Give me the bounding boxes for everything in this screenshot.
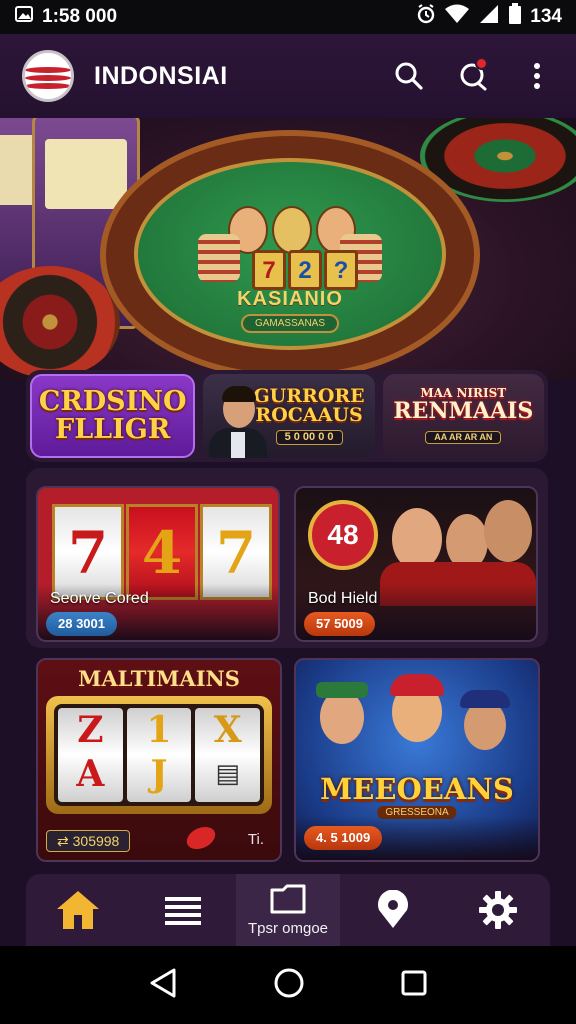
game-jackpot-value: ⇄ 305998 — [46, 830, 131, 852]
nav-home[interactable] — [26, 874, 131, 946]
game-reel: X — [213, 709, 242, 751]
category-casino-flligr[interactable]: CRDSINO FLLIGR — [30, 374, 196, 458]
recents-square-icon — [401, 970, 427, 995]
casino-table-image: 7 2 ? KASIANIO GAMASSANAS — [100, 130, 480, 380]
game-title: MALTIMAINS — [78, 666, 240, 691]
menu-list-icon — [165, 897, 202, 925]
table-sub-text: GAMASSANAS — [240, 314, 340, 333]
app-header: INDONSIAI — [0, 34, 576, 118]
app-logo[interactable] — [22, 50, 74, 102]
signal-icon — [478, 4, 500, 30]
recents-button[interactable] — [400, 969, 428, 1002]
game-jackpot-badge: 4. 5 1009 — [304, 826, 383, 850]
hero-reel: 2 — [288, 250, 322, 290]
nav-label: Tpsr omgoe — [247, 919, 329, 937]
game-card-maltimains[interactable]: MALTIMAINS Z A 1 J X ▤ ⇄ 305998 Ti. — [36, 658, 282, 862]
nav-menu[interactable] — [131, 874, 236, 946]
game-chip-emblem: 48 — [308, 500, 378, 570]
status-time: 1:58 000 — [42, 6, 118, 27]
game-title: Bod Hield — [308, 590, 378, 607]
search-button[interactable] — [392, 59, 426, 93]
back-triangle-icon — [150, 968, 176, 997]
battery-level: 134 — [530, 6, 562, 27]
settings-icon — [478, 891, 517, 929]
search-icon — [395, 62, 423, 90]
nav-folder[interactable]: Tpsr omgoe — [235, 874, 341, 946]
home-system-button[interactable] — [273, 967, 305, 1004]
category-title: RENMAAIS — [393, 397, 534, 424]
home-icon — [57, 891, 100, 929]
home-circle-icon — [274, 968, 304, 997]
game-card-meeoeans[interactable]: MEEOEANS GRESSEONA 4. 5 1009 — [294, 658, 540, 862]
category-badge: AA AR AR AN — [425, 431, 502, 445]
games-grid-row: 7 4 7 Seorve Cored 28 3001 48 Bod Hield … — [26, 468, 548, 648]
game-reel: J — [150, 753, 168, 795]
system-navigation-bar — [0, 946, 576, 1024]
notification-dot — [475, 57, 488, 70]
category-title: FLLIGR — [55, 414, 171, 445]
messages-button[interactable] — [456, 57, 490, 93]
status-bar: 1:58 000 134 — [0, 0, 576, 34]
folder-icon — [270, 884, 306, 913]
game-title: Seorve Cored — [50, 590, 149, 607]
battery-icon — [508, 3, 522, 31]
game-card-bod-hield[interactable]: 48 Bod Hield 57 5009 — [294, 486, 538, 642]
hero-reel: ? — [324, 250, 358, 290]
game-jackpot-badge: 28 3001 — [46, 612, 117, 636]
back-button[interactable] — [148, 967, 178, 1004]
game-title: MEEOEANS — [320, 772, 514, 806]
nav-location[interactable] — [340, 874, 445, 946]
hero-banner[interactable]: 7 2 ? KASIANIO GAMASSANAS — [0, 118, 576, 380]
app-title: INDONSIAI — [94, 61, 228, 90]
category-strip: CRDSINO FLLIGR GURRORE ROCAAUS 5 0 00 0 … — [26, 370, 548, 462]
bottom-navigation: Tpsr omgoe — [26, 874, 550, 946]
character-avatar — [320, 690, 364, 744]
presenter-avatar — [209, 382, 268, 458]
game-reel: 1 — [146, 709, 172, 751]
table-brand-text: KASIANIO — [237, 288, 343, 310]
red-chip-icon — [183, 822, 219, 854]
game-reel: A — [76, 753, 105, 795]
category-gurrore-rocaaus[interactable]: GURRORE ROCAAUS 5 0 00 0 0 — [203, 374, 375, 458]
location-pin-icon — [377, 890, 408, 928]
category-title: CRDSINO — [38, 386, 187, 418]
category-title: ROCAAUS — [255, 403, 363, 426]
category-badge: 5 0 00 0 0 — [275, 430, 343, 446]
category-title: GURRORE — [253, 384, 365, 407]
game-note: Ti. — [247, 831, 264, 848]
dealer-avatar — [392, 508, 442, 570]
hero-reel: 7 — [252, 250, 286, 290]
alarm-icon — [416, 3, 436, 31]
game-reel: Z — [77, 709, 104, 751]
game-card-seorve-cored[interactable]: 7 4 7 Seorve Cored 28 3001 — [36, 486, 280, 642]
image-notification-icon — [14, 4, 34, 30]
wifi-icon — [444, 4, 470, 30]
dealer-avatar — [484, 500, 532, 562]
cash-stack-icon: ▤ — [215, 759, 240, 789]
more-options-button[interactable] — [520, 59, 554, 93]
nav-settings[interactable] — [445, 874, 550, 946]
more-vert-icon — [534, 63, 540, 89]
game-jackpot-badge: 57 5009 — [304, 612, 375, 636]
category-renmaais[interactable]: MAA NIRIST RENMAAIS AA AR AR AN — [382, 374, 544, 458]
